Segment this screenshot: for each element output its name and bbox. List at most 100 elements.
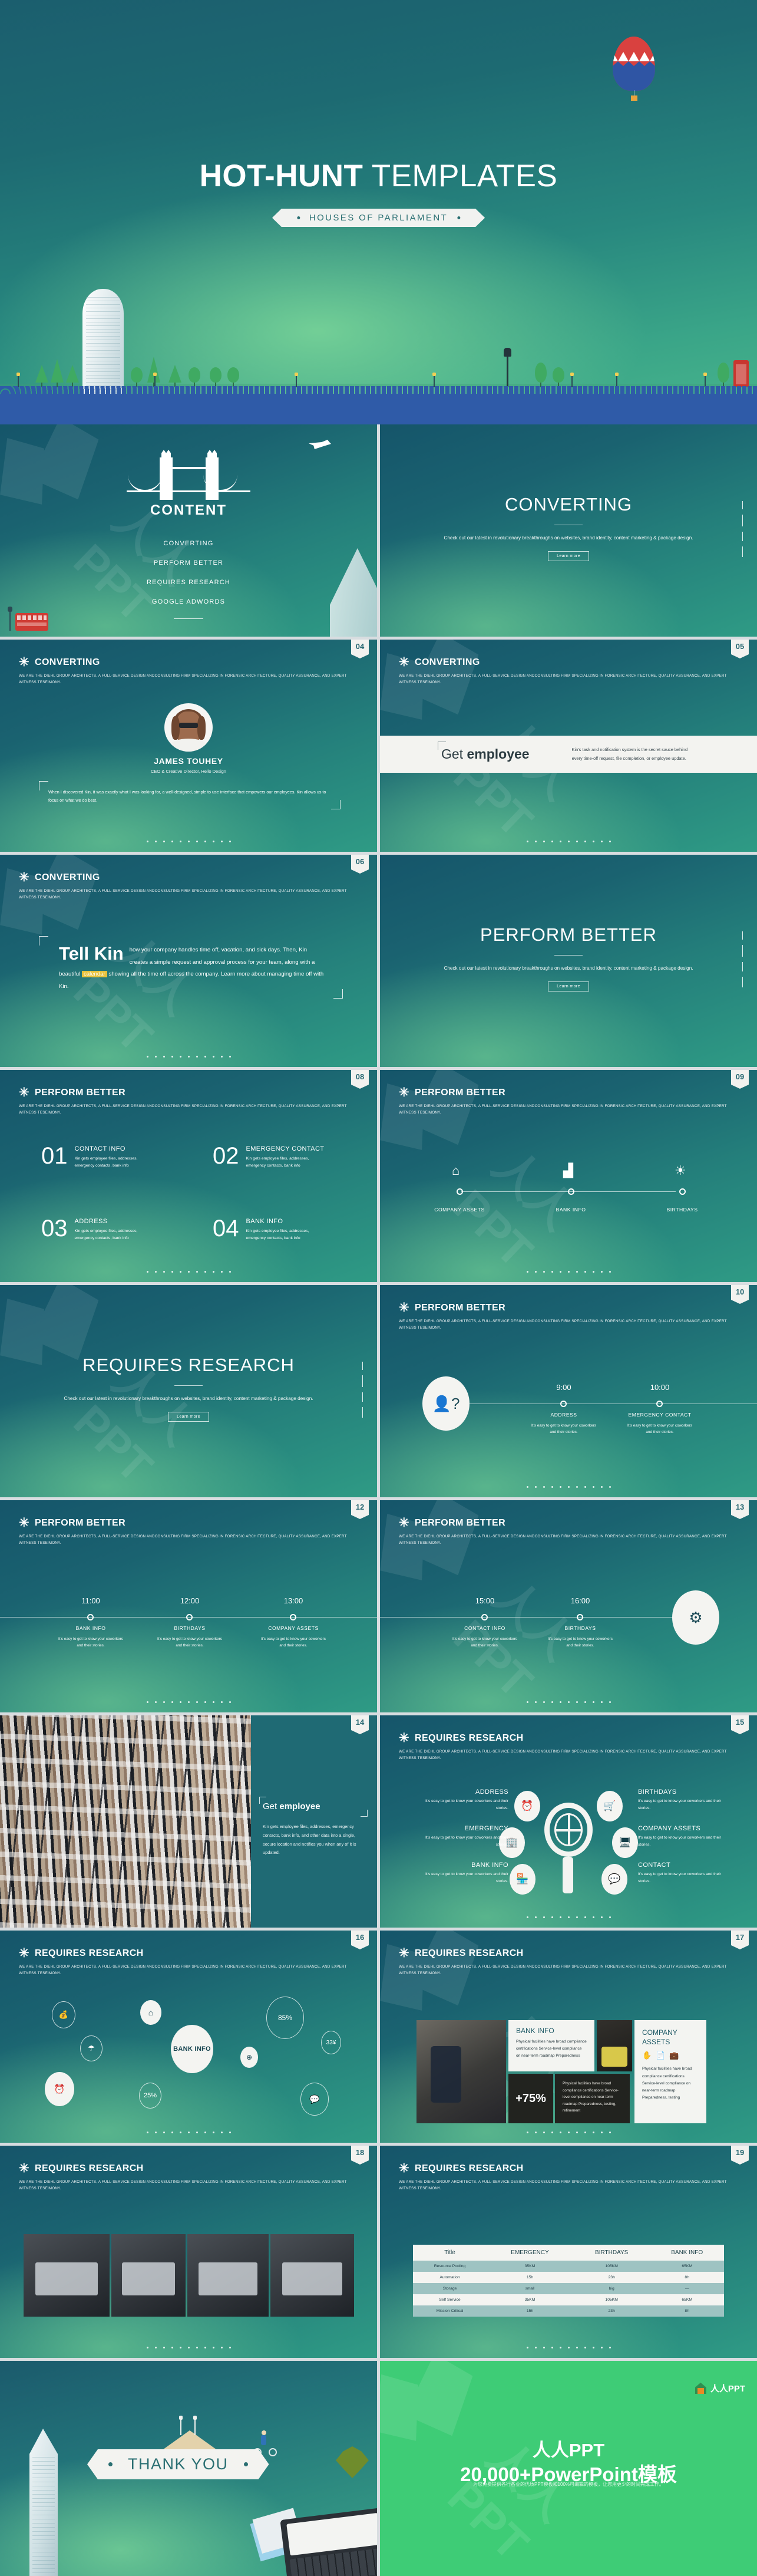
shopping-cart-icon: 🛒 [597,1791,623,1821]
timeline-desc: It's easy to get to know your coworkers … [452,1637,517,1648]
street-lamp-icon [615,373,619,387]
feature-block[interactable]: ADDRESS It's easy to get to know your cow… [416,1788,508,1811]
item-number: 02 [213,1143,239,1169]
bank-info-card[interactable]: BANK INFO Physical facilities have broad… [508,2020,594,2071]
content-item[interactable]: REQUIRES RESEARCH [0,579,377,586]
slide-icon-timeline[interactable]: 人人PPT 09 ✳ PERFORM BETTER WE ARE THE DIEH… [380,1070,757,1282]
slide-number: 15 [731,1715,749,1734]
content-item[interactable]: GOOGLE ADWORDS [0,598,377,605]
slide-requires-research-section[interactable]: 人人PPT REQUIRES RESEARCH Check out our la… [0,1285,377,1497]
slide-converting-band[interactable]: 人人PPT 05 ✳ CONVERTING WE ARE THE DIEHL GR… [380,640,757,852]
feature-head: CONTACT [638,1862,671,1869]
slide-magnifier[interactable]: 15 ✳ REQUIRES RESEARCH WE ARE THE DIEHL G… [380,1715,757,1928]
content-item[interactable]: CONVERTING [0,540,377,547]
center-bubble[interactable]: BANK INFO [171,2025,213,2073]
stat-bubble-33[interactable]: 33¥ [321,2031,341,2054]
slide-title: REQUIRES RESEARCH [35,1948,144,1958]
timeline-label: BANK INFO [75,1625,106,1631]
slide-converting-profile[interactable]: 04 ✳ CONVERTING WE ARE THE DIEHL GROUP AR… [0,640,377,852]
table-row: Storage small big — [413,2283,724,2294]
learn-more-button[interactable]: Learn more [548,981,589,991]
slide-bubbles[interactable]: 16 ✳ REQUIRES RESEARCH WE ARE THE DIEHL G… [0,1931,377,2143]
plus-circle-icon[interactable]: ⊕ [240,2047,258,2068]
list-item[interactable]: 04 BANK INFO Kin gets employee files, addr… [213,1217,350,1242]
asterisk-icon: ✳ [19,871,29,884]
item-head: EMERGENCY CONTACT [246,1145,325,1152]
alarm-clock-icon[interactable]: ⏰ [45,2072,74,2106]
pagination-dots[interactable] [380,1916,757,1918]
pagination-dots[interactable] [0,1056,377,1058]
umbrella-icon[interactable]: ☂ [80,2035,103,2061]
laptop-icon [280,2507,377,2576]
learn-more-button[interactable]: Learn more [168,1411,209,1422]
slide-timeline-left[interactable]: 10 ✳ PERFORM BETTER WE ARE THE DIEHL GROU… [380,1285,757,1497]
pagination-dots[interactable] [380,2132,757,2133]
slide-content[interactable]: 人人PPT CONTENT CONVERTING PERFORM BETTER … [0,424,377,637]
stat-bubble-85[interactable]: 85% [266,1997,304,2039]
company-assets-card[interactable]: COMPANY ASSETS ✋ 📄 💼 Physical facilities h… [634,2020,706,2123]
slide-cards[interactable]: 人人PPT 17 ✳REQUIRES RESEARCH WE ARE THE D… [380,1931,757,2143]
slide-title: PERFORM BETTER [415,1087,506,1098]
slide-thank-you[interactable]: THANK YOU [0,2361,377,2576]
slide-table[interactable]: 19 ✳ REQUIRES RESEARCH WE ARE THE DIEHL G… [380,2146,757,2358]
chat-icon[interactable]: 💬 [300,2083,329,2116]
slide-photo-strip[interactable]: 18 ✳ REQUIRES RESEARCH WE ARE THE DIEHL G… [0,2146,377,2358]
percent-card[interactable]: +75% [508,2074,553,2123]
feature-block[interactable]: BIRTHDAYS It's easy to get to know your c… [638,1788,730,1811]
slide-title: REQUIRES RESEARCH [415,1732,524,1743]
slide-numbers[interactable]: 08 ✳ PERFORM BETTER WE ARE THE DIEHL GROU… [0,1070,377,1282]
tree-icon [227,367,239,387]
slide-promo[interactable]: 人人PPT 人人PPT 人人PPT 20,000+PowerPoint模板 为您… [380,2361,757,2576]
feature-block[interactable]: EMERGENCY It's easy to get to know your c… [416,1825,508,1848]
cell: Resource Pooling [413,2261,487,2272]
asterisk-icon: ✳ [19,2162,29,2175]
timeline-label: COMPANY ASSETS [434,1207,485,1213]
pagination-dots[interactable] [380,2347,757,2348]
pagination-dots[interactable] [380,1486,757,1488]
slide-subtitle: WE ARE THE DIEHL GROUP ARCHITECTS, A FUL… [399,2180,727,2191]
card-desc: Physical facilities have broad complianc… [516,2040,587,2058]
list-item[interactable]: 03 ADDRESS Kin gets employee files, addres… [41,1217,178,1242]
learn-more-button[interactable]: Learn more [548,551,589,561]
slide-number: 06 [351,855,369,874]
slide-number: 18 [351,2146,369,2165]
right-pane: Get employee Kin gets employee files, ad… [251,1715,377,1928]
slide-timeline-three[interactable]: 12 ✳ PERFORM BETTER WE ARE THE DIEHL GROU… [0,1500,377,1712]
side-marks [742,931,743,987]
pagination-dots[interactable] [380,841,757,842]
asterisk-icon: ✳ [19,1946,29,1960]
timeline-desc: It's easy to get to know your coworkers … [531,1424,596,1435]
pagination-dots[interactable] [0,2347,377,2348]
feature-block[interactable]: CONTACT It's easy to get to know your cow… [638,1862,730,1885]
item-desc: Kin gets employee files, addresses, emer… [246,1228,309,1240]
home-icon: ⌂ [452,1163,460,1178]
data-table: Title EMERGENCY BIRTHDAYS BANK INFO Reso… [413,2245,724,2317]
stat-bubble-25[interactable]: 25% [139,2083,161,2109]
content-item[interactable]: PERFORM BETTER [0,559,377,566]
list-item[interactable]: 02 EMERGENCY CONTACT Kin gets employee fil… [213,1143,350,1170]
home-icon[interactable]: ⌂ [140,2000,161,2025]
list-item[interactable]: 01 CONTACT INFO Kin gets employee files, a… [41,1144,178,1170]
cell: 105KM [573,2294,650,2305]
slide-library-split[interactable]: Get employee Kin gets employee files, ad… [0,1715,377,1928]
pagination-dots[interactable] [380,1271,757,1273]
cell: 65KM [650,2261,724,2272]
pagination-dots[interactable] [0,2132,377,2133]
detail-card[interactable]: Physical facilities have broad complianc… [555,2074,630,2123]
slide-number: 17 [731,1931,749,1949]
pagination-dots[interactable] [0,1701,377,1703]
slide-perform-better-section[interactable]: PERFORM BETTER Check out our latest in r… [380,855,757,1067]
slide-tell-kin[interactable]: 人人PPT 06 ✳ CONVERTING WE ARE THE DIEHL GR… [0,855,377,1067]
feature-block[interactable]: BANK INFO It's easy to get to know your c… [416,1862,508,1885]
pagination-dots[interactable] [380,1701,757,1703]
pagination-dots[interactable] [0,1271,377,1273]
money-bag-icon[interactable]: 💰 [52,2001,75,2028]
brand-logo[interactable]: 人人PPT [695,2382,745,2394]
content-list: CONVERTING PERFORM BETTER REQUIRES RESEA… [0,540,377,605]
slide-converting-section[interactable]: CONVERTING Check out our latest in revol… [380,424,757,637]
slide-timeline-right[interactable]: 人人PPT 13 ✳ PERFORM BETTER WE ARE THE DIEH… [380,1500,757,1712]
hero-slide: HOT-HUNT TEMPLATES HOUSES OF PARLIAMENT [0,0,757,424]
ribbon-dot-left [297,216,300,219]
feature-block[interactable]: COMPANY ASSETS It's easy to get to know y… [638,1825,730,1848]
pagination-dots[interactable] [0,841,377,842]
